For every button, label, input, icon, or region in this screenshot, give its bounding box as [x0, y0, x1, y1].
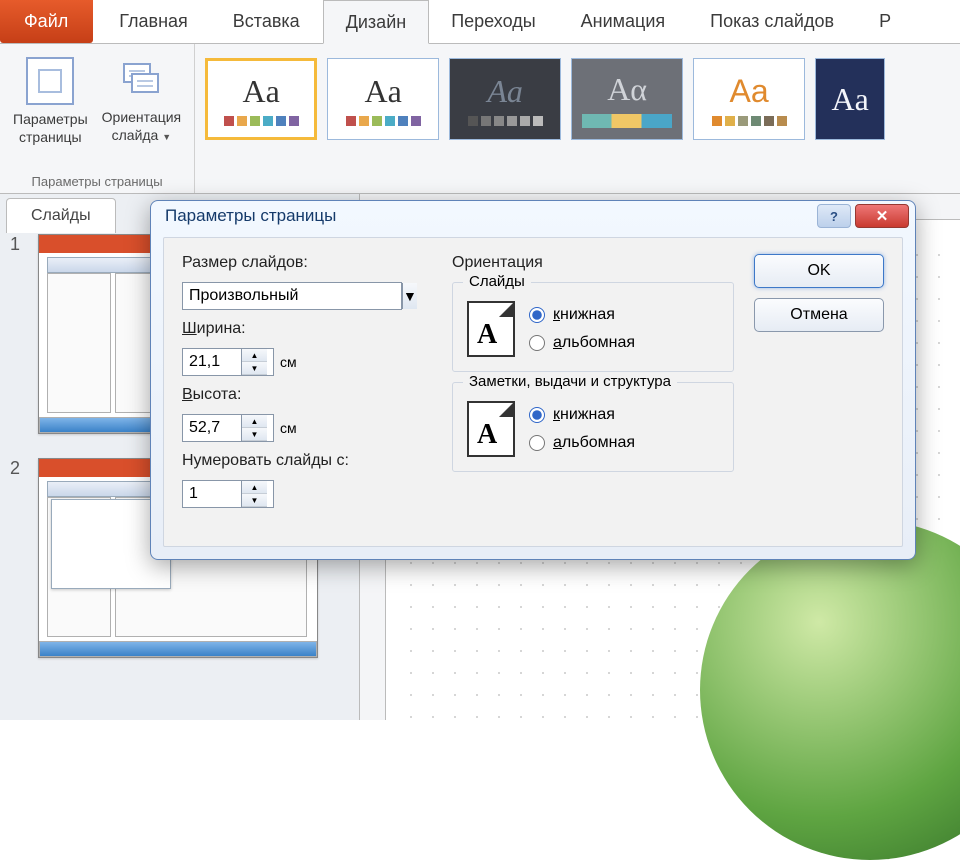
slides-panel-tab[interactable]: Слайды [6, 198, 116, 233]
slide-orientation-label: Ориентация слайда ▼ [102, 109, 181, 144]
page-setup-label: Параметры страницы [13, 111, 88, 146]
tab-design[interactable]: Дизайн [323, 0, 430, 44]
tab-insert[interactable]: Вставка [211, 0, 323, 43]
dialog-help-button[interactable]: ? [817, 204, 851, 228]
cancel-button[interactable]: Отмена [754, 298, 884, 332]
orientation-slides-group: Слайды A книжная альбомная [452, 282, 734, 372]
tab-animations[interactable]: Анимация [559, 0, 689, 43]
spin-down-icon[interactable]: ▼ [242, 362, 267, 375]
orientation-notes-group: Заметки, выдачи и структура A книжная ал… [452, 382, 734, 472]
slides-panel-tabs: Слайды [6, 198, 116, 233]
slide-orientation-button[interactable]: Ориентация слайда ▼ [99, 52, 184, 172]
spin-up-icon[interactable]: ▲ [242, 415, 267, 428]
theme-option-3[interactable]: Aa [449, 58, 561, 140]
orientation-notes-legend: Заметки, выдачи и структура [463, 373, 677, 390]
width-label: Ширина: [182, 320, 432, 338]
slide-size-label: Размер слайдов: [182, 254, 432, 272]
theme-option-4[interactable]: Aα [571, 58, 683, 140]
height-input[interactable] [183, 415, 241, 441]
chevron-down-icon: ▼ [162, 132, 171, 142]
height-spinner[interactable]: ▲▼ [182, 414, 274, 442]
number-from-input[interactable] [183, 481, 241, 507]
dialog-title: Параметры страницы [165, 206, 336, 226]
page-portrait-icon: A [467, 401, 515, 457]
slides-portrait-radio[interactable]: книжная [529, 306, 635, 324]
theme-option-5[interactable]: Aa [693, 58, 805, 140]
tab-home[interactable]: Главная [97, 0, 211, 43]
slide-size-value[interactable] [183, 283, 402, 309]
height-unit: см [280, 420, 297, 436]
spin-down-icon[interactable]: ▼ [242, 494, 267, 507]
width-input[interactable] [183, 349, 241, 375]
orientation-slides-legend: Слайды [463, 273, 531, 290]
notes-landscape-radio[interactable]: альбомная [529, 434, 635, 452]
slides-landscape-radio[interactable]: альбомная [529, 334, 635, 352]
orientation-icon [121, 57, 161, 105]
tab-edge-cut[interactable]: Р [857, 0, 914, 43]
theme-gallery: Aa Aa Aa Aα Aa Aa [195, 44, 895, 193]
width-unit: см [280, 354, 297, 370]
tab-file[interactable]: Файл [0, 0, 93, 43]
tab-slideshow[interactable]: Показ слайдов [688, 0, 857, 43]
spin-up-icon[interactable]: ▲ [242, 481, 267, 494]
spin-down-icon[interactable]: ▼ [242, 428, 267, 441]
color-swatch [224, 116, 299, 126]
orientation-header: Ориентация [452, 254, 734, 272]
number-from-label: Нумеровать слайды с: [182, 452, 432, 470]
theme-option-1[interactable]: Aa [205, 58, 317, 140]
dialog-titlebar[interactable]: Параметры страницы ? ✕ [151, 201, 915, 231]
chevron-down-icon[interactable]: ▼ [402, 283, 417, 309]
dialog-close-button[interactable]: ✕ [855, 204, 909, 228]
slide-number: 2 [10, 458, 28, 658]
slide-size-combo[interactable]: ▼ [182, 282, 402, 310]
height-label: Высота: [182, 386, 432, 404]
ribbon: Параметры страницы Ориентация слайда ▼ П… [0, 44, 960, 194]
notes-portrait-radio[interactable]: книжная [529, 406, 635, 424]
tab-transitions[interactable]: Переходы [429, 0, 558, 43]
page-setup-icon [26, 57, 74, 105]
ribbon-group-page-setup: Параметры страницы Ориентация слайда ▼ П… [0, 44, 195, 193]
width-spinner[interactable]: ▲▼ [182, 348, 274, 376]
ribbon-tab-bar: Файл Главная Вставка Дизайн Переходы Ани… [0, 0, 960, 44]
theme-option-6[interactable]: Aa [815, 58, 885, 140]
ribbon-group-label: Параметры страницы [10, 172, 184, 189]
ok-button[interactable]: OK [754, 254, 884, 288]
theme-option-2[interactable]: Aa [327, 58, 439, 140]
slide-number: 1 [10, 234, 28, 434]
number-from-spinner[interactable]: ▲▼ [182, 480, 274, 508]
page-setup-dialog: Параметры страницы ? ✕ Размер слайдов: ▼… [150, 200, 916, 560]
page-setup-button[interactable]: Параметры страницы [10, 52, 91, 172]
page-portrait-icon: A [467, 301, 515, 357]
spin-up-icon[interactable]: ▲ [242, 349, 267, 362]
